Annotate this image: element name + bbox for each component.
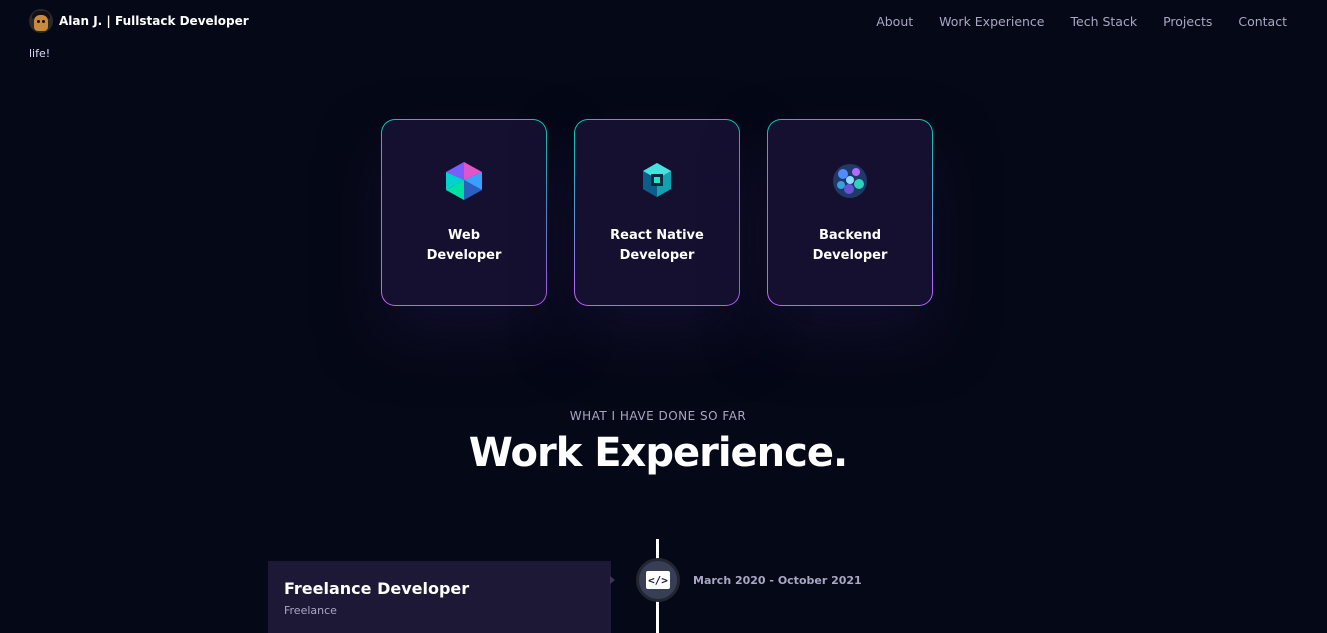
code-icon: </> [646,571,670,589]
experience-title: Freelance Developer [284,579,470,598]
service-cards: Web Developer React Native Developer Bac… [381,119,933,306]
backend-sphere-icon [833,164,867,198]
nav-link-about[interactable]: About [876,14,913,29]
service-card-web: Web Developer [381,119,547,306]
experience-company: Freelance [284,604,337,617]
nav-links: About Work Experience Tech Stack Project… [850,14,1287,29]
experience-date: March 2020 - October 2021 [693,574,862,587]
service-title: Web Developer [426,228,502,263]
section-subtitle: What I have done so far [569,409,747,423]
service-card-react-native: React Native Developer [574,119,740,306]
service-card-backend: Backend Developer [767,119,933,306]
web-polyhedron-icon [446,162,482,200]
portfolio-page: Alan J. | Fullstack Developer About Work… [0,0,1327,633]
brand-link[interactable]: Alan J. | Fullstack Developer [29,9,249,33]
nav-link-projects[interactable]: Projects [1163,14,1212,29]
brand-name: Alan J. | Fullstack Developer [59,14,249,28]
service-title: Backend Developer [812,228,888,263]
nav-link-tech-stack[interactable]: Tech Stack [1071,14,1138,29]
mobile-cube-icon [643,163,671,197]
navbar: Alan J. | Fullstack Developer About Work… [0,0,1327,44]
experience-card-arrow [610,576,615,584]
avatar-logo [29,9,53,33]
service-title: React Native Developer [610,228,704,263]
section-heading: Work Experience. [468,430,848,476]
timeline-icon: </> [636,558,680,602]
experience-card: Freelance Developer Freelance [268,561,611,633]
nav-link-contact[interactable]: Contact [1238,14,1287,29]
intro-text-tail: life! [29,47,51,60]
nav-link-work-experience[interactable]: Work Experience [939,14,1044,29]
